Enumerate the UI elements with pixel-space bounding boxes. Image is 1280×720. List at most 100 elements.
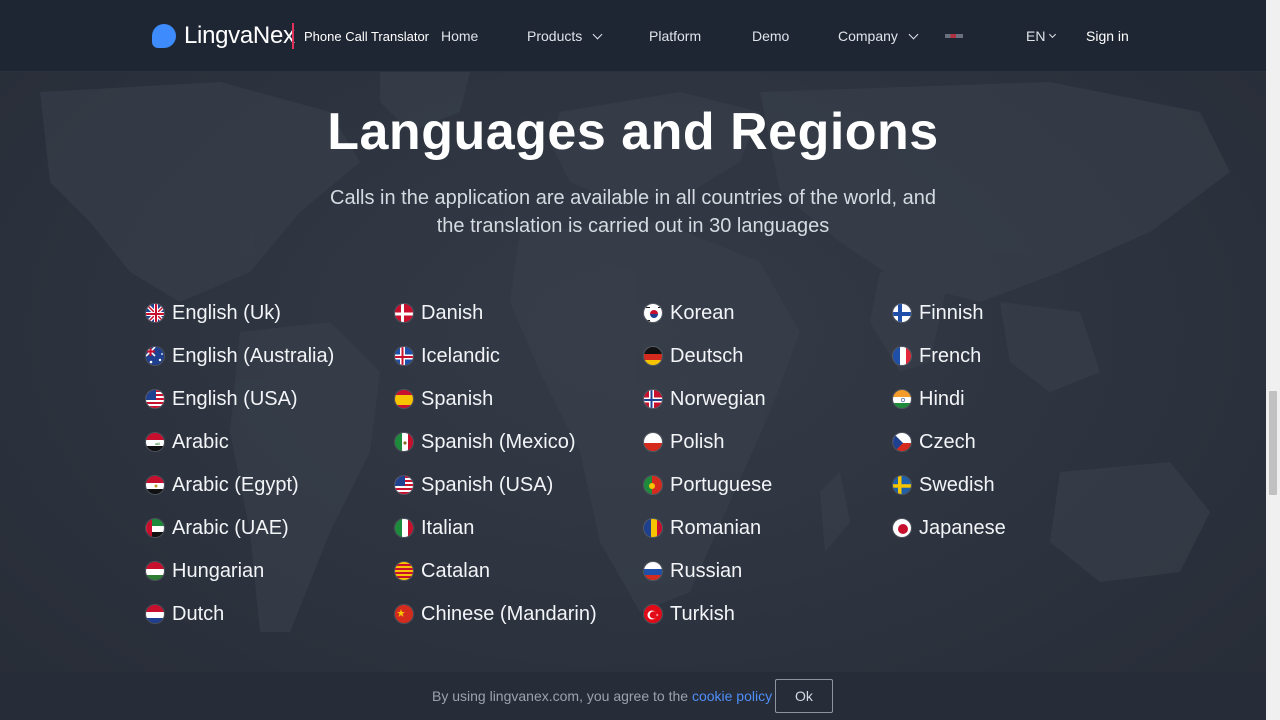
russia-flag-icon bbox=[643, 561, 663, 581]
language-label: Deutsch bbox=[670, 344, 744, 367]
sweden-flag-icon bbox=[892, 475, 912, 495]
language-label: Hungarian bbox=[172, 559, 265, 582]
lingvanex-logo-icon bbox=[152, 24, 176, 48]
nav-company-label: Company bbox=[838, 28, 898, 44]
iceland-flag-icon bbox=[394, 346, 414, 366]
language-label: Portuguese bbox=[670, 473, 773, 496]
cookie-policy-link[interactable]: cookie policy bbox=[692, 688, 772, 704]
nav-platform[interactable]: Platform bbox=[649, 28, 701, 44]
language-item: Catalan bbox=[394, 554, 490, 588]
catalonia-flag-icon bbox=[394, 561, 414, 581]
italy-flag-icon bbox=[394, 518, 414, 538]
language-label: Spanish (USA) bbox=[421, 473, 554, 496]
language-label: Icelandic bbox=[421, 344, 500, 367]
language-label: Korean bbox=[670, 301, 735, 324]
language-selector[interactable]: EN bbox=[1026, 28, 1057, 44]
nav-home[interactable]: Home bbox=[441, 28, 478, 44]
language-label: Danish bbox=[421, 301, 484, 324]
nav-company[interactable]: Company bbox=[838, 28, 919, 44]
language-item: Romanian bbox=[643, 511, 761, 545]
czech-flag-icon bbox=[892, 432, 912, 452]
subtitle-line-1: Calls in the application are available i… bbox=[330, 187, 936, 209]
china-flag-icon bbox=[394, 604, 414, 624]
chevron-down-icon bbox=[1049, 30, 1057, 39]
scrollbar-thumb[interactable] bbox=[1269, 391, 1277, 495]
cookie-consent-bar: By using lingvanex.com, you agree to the… bbox=[0, 672, 1266, 720]
cookie-consent-text: By using lingvanex.com, you agree to the… bbox=[432, 688, 772, 704]
language-label: Czech bbox=[919, 430, 976, 453]
nav-demo[interactable]: Demo bbox=[752, 28, 789, 44]
language-item: English (Australia) bbox=[145, 339, 334, 373]
language-label: Spanish (Mexico) bbox=[421, 430, 576, 453]
language-item: Icelandic bbox=[394, 339, 500, 373]
language-label: Japanese bbox=[919, 516, 1006, 539]
netherlands-flag-icon bbox=[145, 604, 165, 624]
subtitle-line-2: the translation is carried out in 30 lan… bbox=[436, 215, 830, 237]
language-label: Polish bbox=[670, 430, 725, 453]
language-item: Polish bbox=[643, 425, 724, 459]
india-flag-icon bbox=[892, 389, 912, 409]
sign-in-link[interactable]: Sign in bbox=[1086, 28, 1129, 44]
language-item: Spanish (USA) bbox=[394, 468, 553, 502]
language-item: Chinese (Mandarin) bbox=[394, 597, 597, 631]
language-label: Finnish bbox=[919, 301, 984, 324]
language-item: Norwegian bbox=[643, 382, 766, 416]
uk-flag-icon bbox=[145, 303, 165, 323]
chevron-down-icon bbox=[908, 29, 919, 39]
cookie-ok-button[interactable]: Ok bbox=[775, 679, 833, 713]
language-item: Arabic (Egypt) bbox=[145, 468, 299, 502]
romania-flag-icon bbox=[643, 518, 663, 538]
language-label: English (Uk) bbox=[172, 301, 281, 324]
language-label: Arabic bbox=[172, 430, 229, 453]
language-item: English (Uk) bbox=[145, 296, 281, 330]
japan-flag-icon bbox=[892, 518, 912, 538]
usa-flag-icon bbox=[394, 475, 414, 495]
language-item: English (USA) bbox=[145, 382, 298, 416]
mexico-flag-icon bbox=[394, 432, 414, 452]
language-item: Italian bbox=[394, 511, 474, 545]
logo-divider bbox=[292, 23, 294, 49]
language-label: Spanish bbox=[421, 387, 494, 410]
language-label: English (Australia) bbox=[172, 344, 335, 367]
lingvanex-logo[interactable]: LingvaNex bbox=[152, 23, 295, 49]
language-item: Turkish bbox=[643, 597, 735, 631]
language-item: Czech bbox=[892, 425, 976, 459]
language-item: Hungarian bbox=[145, 554, 264, 588]
language-label: Arabic (Egypt) bbox=[172, 473, 299, 496]
nav-products[interactable]: Products bbox=[527, 28, 603, 44]
language-item: Finnish bbox=[892, 296, 983, 330]
language-selector-label: EN bbox=[1026, 28, 1046, 44]
language-item: Russian bbox=[643, 554, 742, 588]
page-title: Languages and Regions bbox=[327, 103, 939, 161]
nav-platform-label: Platform bbox=[649, 28, 702, 44]
language-item: Japanese bbox=[892, 511, 1006, 545]
denmark-flag-icon bbox=[394, 303, 414, 323]
product-name[interactable]: Phone Call Translator bbox=[304, 29, 429, 44]
page-scrollbar[interactable] bbox=[1266, 0, 1280, 720]
language-label: Chinese (Mandarin) bbox=[421, 602, 597, 625]
language-label: Swedish bbox=[919, 473, 995, 496]
language-label: French bbox=[919, 344, 982, 367]
region-flag-icon[interactable] bbox=[945, 34, 963, 38]
language-item: ﷲ Arabic bbox=[145, 425, 229, 459]
language-label: Italian bbox=[421, 516, 475, 539]
nav-products-label: Products bbox=[527, 28, 583, 44]
language-label: English (USA) bbox=[172, 387, 298, 410]
language-item: Portuguese bbox=[643, 468, 772, 502]
language-item: Deutsch bbox=[643, 339, 743, 373]
france-flag-icon bbox=[892, 346, 912, 366]
turkey-flag-icon bbox=[643, 604, 663, 624]
language-label: Catalan bbox=[421, 559, 490, 582]
language-label: Arabic (UAE) bbox=[172, 516, 289, 539]
language-label: Hindi bbox=[919, 387, 965, 410]
norway-flag-icon bbox=[643, 389, 663, 409]
korea-flag-icon bbox=[643, 303, 663, 323]
egypt-flag-icon bbox=[145, 475, 165, 495]
nav-demo-label: Demo bbox=[752, 28, 790, 44]
page-subtitle: Calls in the application are available i… bbox=[300, 184, 966, 240]
cookie-text: By using lingvanex.com, you agree to the bbox=[432, 688, 692, 704]
spain-flag-icon bbox=[394, 389, 414, 409]
language-grid: English (Uk) English (Australia) English (… bbox=[145, 296, 1145, 646]
usa-flag-icon bbox=[145, 389, 165, 409]
germany-flag-icon bbox=[643, 346, 663, 366]
